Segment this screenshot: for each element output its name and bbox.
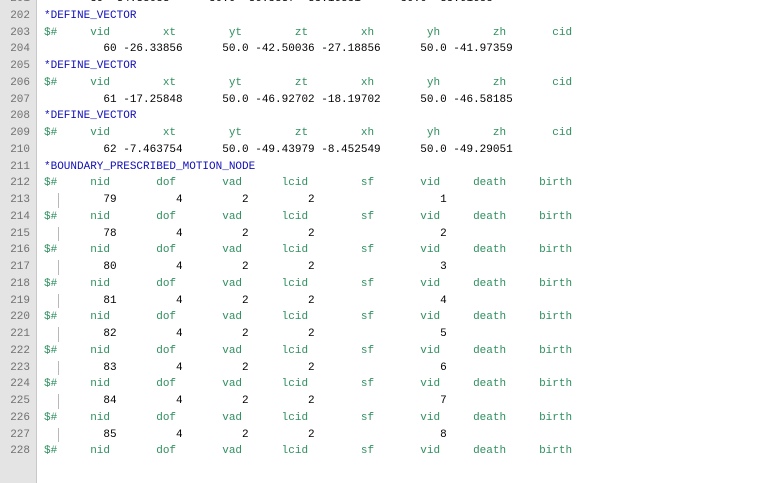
- code-line[interactable]: 204 60 -26.33856 50.0 -42.50036 -27.1885…: [0, 41, 775, 57]
- line-number: 223: [10, 361, 30, 374]
- fold-guide-line: [58, 260, 59, 275]
- line-number: 225: [10, 395, 30, 407]
- line-number: 220: [10, 311, 30, 324]
- comment-header-text: $# vid xt yt zt xh yh zh cid: [44, 76, 573, 89]
- code-line[interactable]: 219 81 4 2 2 4: [0, 293, 775, 309]
- line-number: 215: [10, 227, 30, 240]
- comment-header-text: $# nid dof vad lcid sf vid death birth: [44, 378, 573, 391]
- line-number: 227: [10, 428, 30, 441]
- line-number: 207: [10, 93, 30, 106]
- values-line-text: 82 4 2 2 5: [44, 328, 447, 340]
- fold-guide-line: [58, 427, 59, 443]
- line-number: 205: [10, 60, 30, 72]
- line-number: 218: [10, 277, 30, 290]
- comment-header-text: $# vid xt yt zt xh yh zh cid: [44, 127, 573, 139]
- code-line[interactable]: 206 $# vid xt yt zt xh yh zh cid: [0, 75, 775, 91]
- code-line[interactable]: 209 $# vid xt yt zt xh yh zh cid: [0, 125, 775, 141]
- code-line[interactable]: 218 $# nid dof vad lcid sf vid death birt…: [0, 276, 775, 292]
- code-line[interactable]: 213 79 4 2 2 1: [0, 192, 775, 208]
- fold-guide-line: [58, 193, 59, 208]
- code-line[interactable]: 214 $# nid dof vad lcid sf vid death birt…: [0, 209, 775, 225]
- values-line-text: 85 4 2 2 8: [44, 428, 447, 441]
- code-line[interactable]: 221 82 4 2 2 5: [0, 326, 775, 342]
- code-line[interactable]: 217 80 4 2 2 3: [0, 259, 775, 275]
- values-line-text: 83 4 2 2 6: [44, 361, 447, 374]
- line-number: 216: [10, 244, 30, 257]
- line-number: 221: [10, 328, 30, 340]
- line-number: 224: [10, 378, 30, 391]
- values-line-text: 59 -34.38083 50.0 -36.5837 -35.16851 50.…: [44, 0, 493, 7]
- values-line-text: 81 4 2 2 4: [44, 294, 447, 307]
- line-number: 213: [10, 194, 30, 206]
- comment-header-text: $# nid dof vad lcid sf vid death birth: [44, 210, 573, 223]
- code-line[interactable]: 216 $# nid dof vad lcid sf vid death birt…: [0, 242, 775, 258]
- fold-guide-line: [58, 226, 59, 242]
- code-line[interactable]: 207 61 -17.25848 50.0 -46.92702 -18.1970…: [0, 92, 775, 108]
- code-editor[interactable]: 201 59 -34.38083 50.0 -36.5837 -35.16851…: [0, 0, 775, 483]
- line-number: 206: [10, 76, 30, 89]
- keyword-line-text: *DEFINE_VECTOR: [44, 60, 137, 72]
- code-line[interactable]: 226 $# nid dof vad lcid sf vid death birt…: [0, 410, 775, 426]
- values-line-text: 79 4 2 2 1: [44, 194, 447, 206]
- code-line[interactable]: 202 *DEFINE_VECTOR: [0, 8, 775, 24]
- line-number: 209: [10, 127, 30, 139]
- line-number: 222: [10, 344, 30, 357]
- values-line-text: 60 -26.33856 50.0 -42.50036 -27.18856 50…: [44, 43, 513, 56]
- values-line-text: 62 -7.463754 50.0 -49.43979 -8.452549 50…: [44, 143, 513, 156]
- line-number: 203: [10, 26, 30, 39]
- code-line[interactable]: 210 62 -7.463754 50.0 -49.43979 -8.45254…: [0, 142, 775, 158]
- keyword-line-text: *BOUNDARY_PRESCRIBED_MOTION_NODE: [44, 160, 256, 173]
- values-line-text: 61 -17.25848 50.0 -46.92702 -18.19702 50…: [44, 93, 513, 106]
- code-line[interactable]: 208 *DEFINE_VECTOR: [0, 108, 775, 124]
- comment-header-text: $# nid dof vad lcid sf vid death birth: [44, 244, 573, 257]
- values-line-text: 80 4 2 2 3: [44, 261, 447, 273]
- line-number: 208: [10, 110, 30, 123]
- values-line-text: 84 4 2 2 7: [44, 395, 447, 407]
- code-line[interactable]: 223 83 4 2 2 6: [0, 360, 775, 376]
- values-line-text: 78 4 2 2 2: [44, 227, 447, 240]
- comment-header-text: $# nid dof vad lcid sf vid death birth: [44, 311, 573, 324]
- code-line[interactable]: 227 85 4 2 2 8: [0, 427, 775, 443]
- code-line[interactable]: 203 $# vid xt yt zt xh yh zh cid: [0, 25, 775, 41]
- comment-header-text: $# nid dof vad lcid sf vid death birth: [44, 411, 573, 424]
- keyword-line-text: *DEFINE_VECTOR: [44, 110, 137, 123]
- line-number: 217: [10, 261, 30, 273]
- code-line[interactable]: 215 78 4 2 2 2: [0, 226, 775, 242]
- comment-header-text: $# vid xt yt zt xh yh zh cid: [44, 26, 573, 39]
- code-line[interactable]: 212 $# nid dof vad lcid sf vid death birt…: [0, 175, 775, 191]
- line-number: 201: [0, 0, 30, 7]
- code-line[interactable]: 224 $# nid dof vad lcid sf vid death birt…: [0, 376, 775, 392]
- comment-header-text: $# nid dof vad lcid sf vid death birth: [44, 277, 573, 290]
- code-line[interactable]: 220 $# nid dof vad lcid sf vid death birt…: [0, 309, 775, 325]
- line-number: 219: [10, 294, 30, 307]
- line-number: 211: [10, 160, 30, 173]
- comment-header-text: $# nid dof vad lcid sf vid death birth: [44, 445, 573, 458]
- code-line[interactable]: 225 84 4 2 2 7: [0, 393, 775, 409]
- comment-header-text: $# nid dof vad lcid sf vid death birth: [44, 177, 573, 190]
- code-line[interactable]: 201 59 -34.38083 50.0 -36.5837 -35.16851…: [0, 0, 775, 7]
- code-line[interactable]: 222 $# nid dof vad lcid sf vid death birt…: [0, 343, 775, 359]
- code-line[interactable]: 205 *DEFINE_VECTOR: [0, 58, 775, 74]
- line-number: 204: [10, 43, 30, 56]
- fold-guide-line: [58, 360, 59, 376]
- line-number: 228: [10, 445, 30, 458]
- line-number: 210: [10, 143, 30, 156]
- line-number: 226: [10, 411, 30, 424]
- code-line[interactable]: 228 $# nid dof vad lcid sf vid death birt…: [0, 443, 775, 459]
- comment-header-text: $# nid dof vad lcid sf vid death birth: [44, 344, 573, 357]
- keyword-line-text: *DEFINE_VECTOR: [44, 9, 137, 22]
- code-line[interactable]: 211 *BOUNDARY_PRESCRIBED_MOTION_NODE: [0, 159, 775, 175]
- fold-guide-line: [58, 293, 59, 309]
- line-number: 214: [10, 210, 30, 223]
- fold-guide-line: [58, 394, 59, 409]
- line-number: 202: [10, 9, 30, 22]
- line-number: 212: [10, 177, 30, 190]
- fold-guide-line: [58, 327, 59, 342]
